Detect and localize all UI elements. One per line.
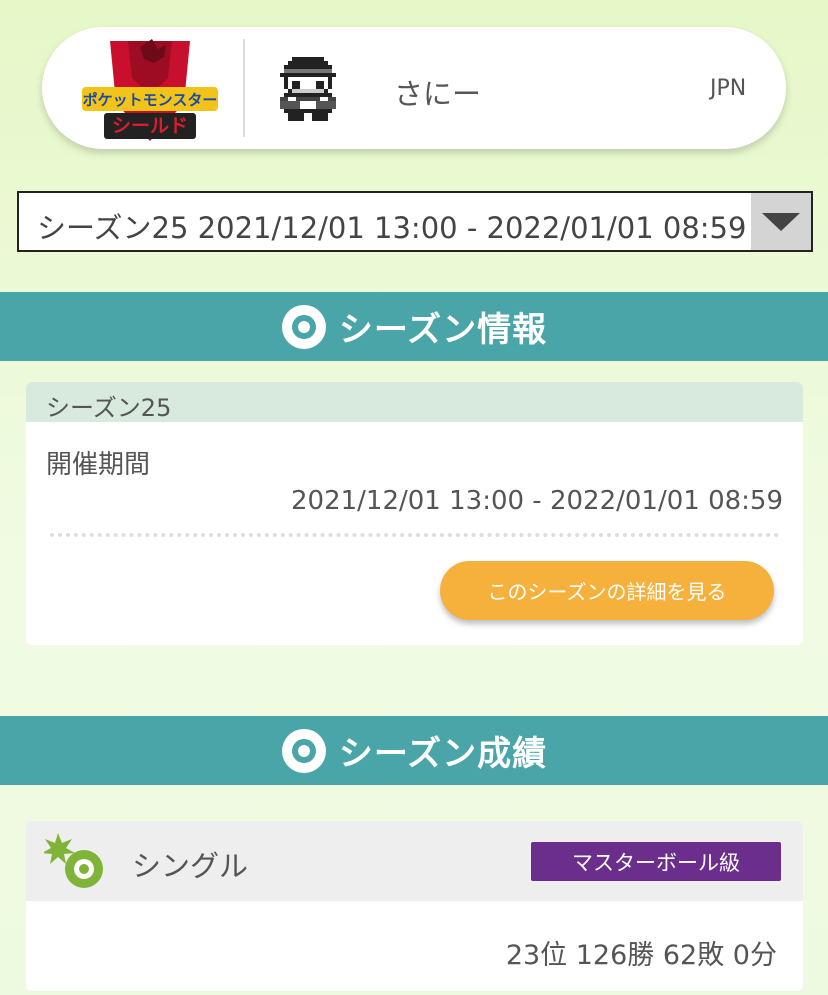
season-detail-button[interactable]: このシーズンの詳細を見る (440, 561, 774, 620)
region-label: JPN (710, 76, 747, 101)
pokeball-icon (281, 728, 326, 773)
result-stats: 23位 126勝 62敗 0分 (505, 940, 777, 971)
period-label: 開催期間 (46, 450, 151, 480)
results-card-head: シングル マスターボール級 (26, 821, 803, 901)
dropdown-button[interactable] (751, 193, 811, 250)
player-name: さにー (394, 77, 482, 111)
season-info-card: シーズン25 開催期間 2021/12/01 13:00 - 2022/01/0… (26, 382, 803, 645)
trainer-avatar-icon (280, 57, 336, 121)
profile-card: ポケットモンスター シールド さにー JPN (42, 27, 786, 149)
section-title: シーズン情報 (338, 310, 548, 350)
triangle-down-icon (762, 213, 800, 231)
season-card-title: シーズン25 (26, 382, 803, 422)
battle-type-label: シングル (132, 849, 249, 883)
rank-class-badge: マスターボール級 (531, 842, 781, 881)
single-battle-icon (44, 833, 103, 888)
pokeball-icon (281, 304, 326, 349)
section-title: シーズン成績 (338, 734, 548, 774)
period-dates: 2021/12/01 13:00 - 2022/01/01 08:59 (290, 486, 783, 516)
season-select-value: シーズン25 2021/12/01 13:00 - 2022/01/01 08:… (37, 211, 747, 245)
season-results-card: シングル マスターボール級 23位 126勝 62敗 0分 (26, 821, 803, 991)
pokemon-shield-logo: ポケットモンスター シールド (82, 39, 218, 141)
season-results-header: シーズン成績 (0, 716, 828, 785)
season-info-header: シーズン情報 (0, 292, 828, 361)
divider (50, 533, 779, 537)
card-divider (243, 39, 245, 137)
svg-text:ポケットモンスター: ポケットモンスター (83, 91, 218, 109)
season-select[interactable]: シーズン25 2021/12/01 13:00 - 2022/01/01 08:… (17, 191, 813, 252)
svg-text:シールド: シールド (112, 115, 188, 137)
